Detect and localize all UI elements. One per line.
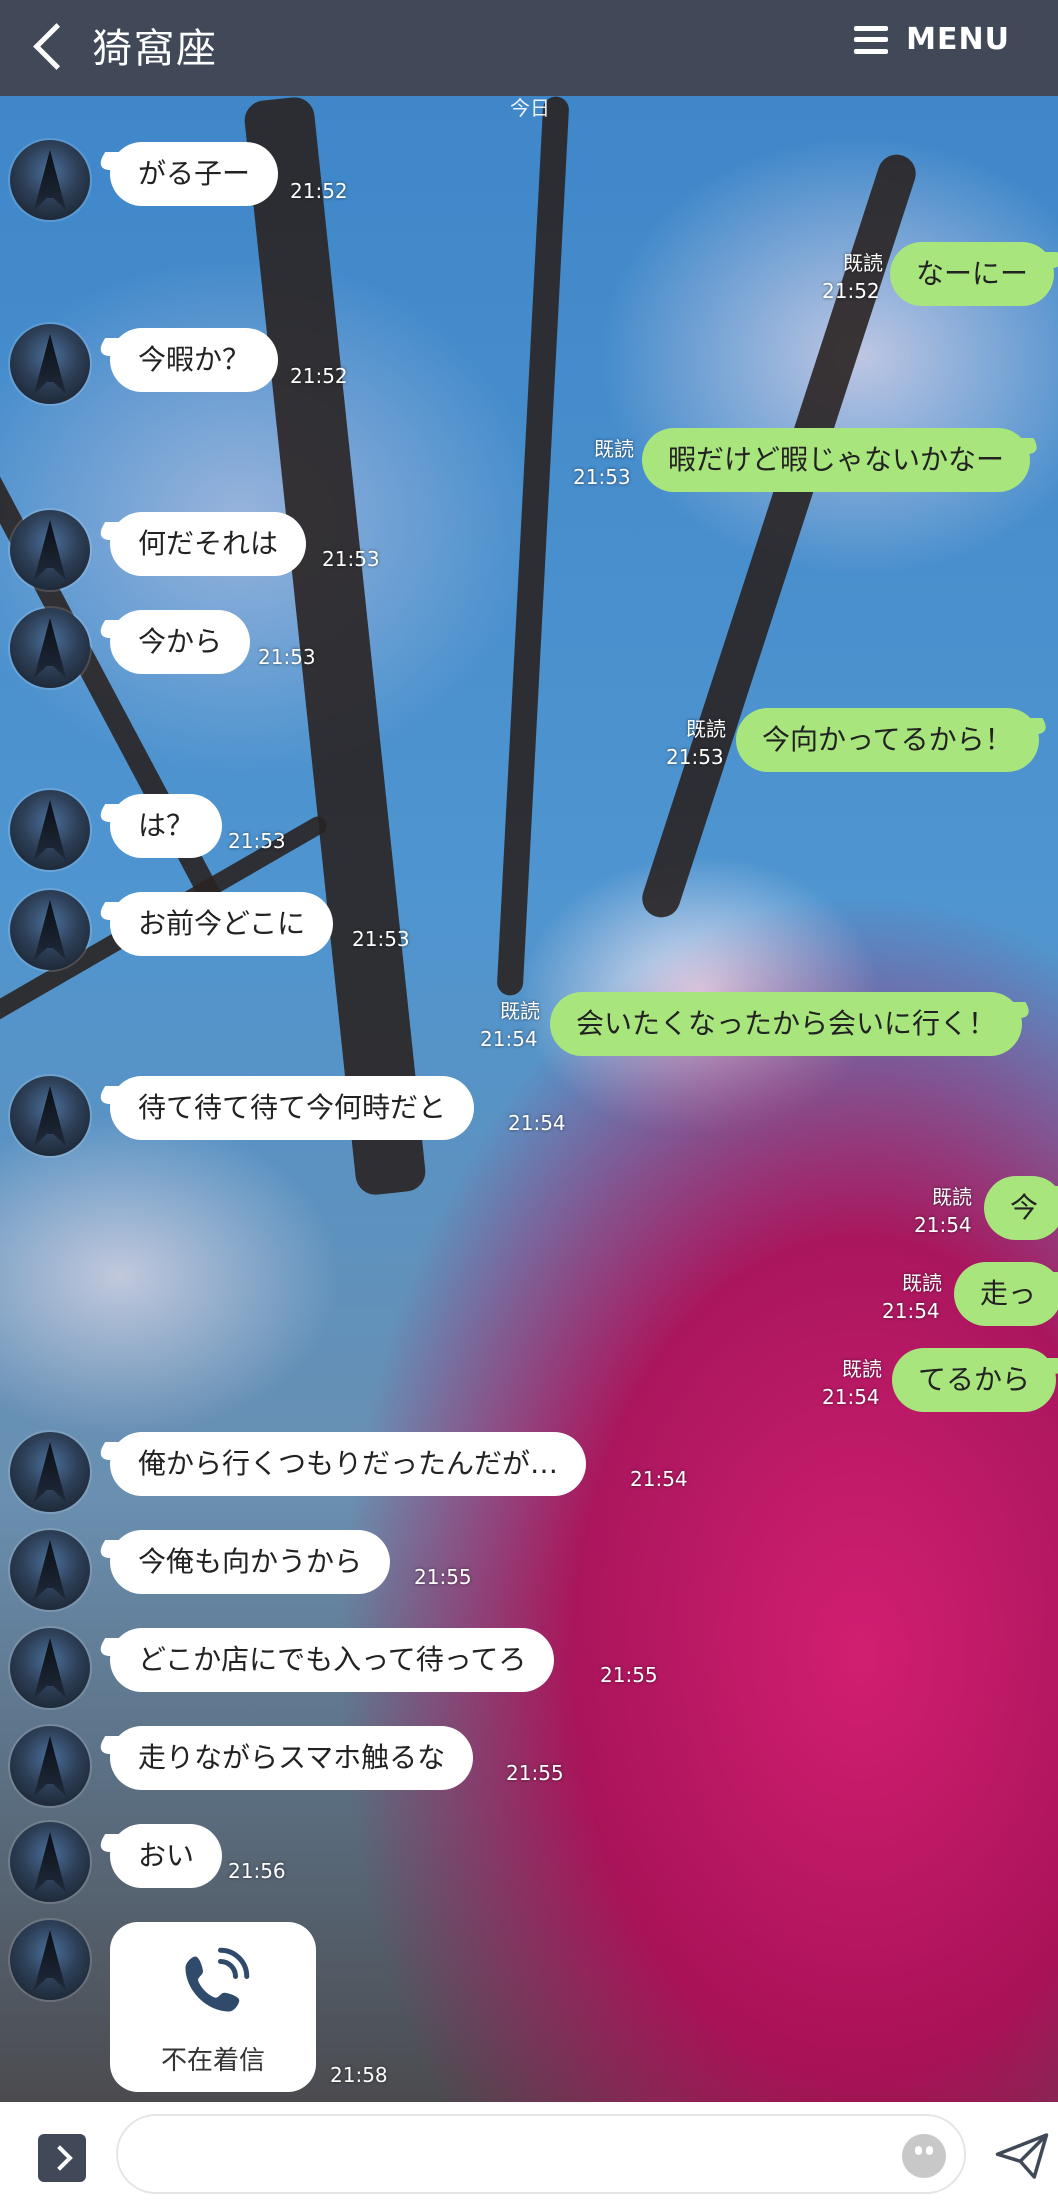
avatar[interactable] [10, 1432, 90, 1512]
menu-label: MENU [906, 22, 1010, 57]
message-bubble[interactable]: 今俺も向かうから [110, 1530, 391, 1594]
avatar[interactable] [10, 790, 90, 870]
message-time: 21:53 [258, 645, 316, 669]
date-label: 今日 [510, 96, 550, 120]
message-time: 21:53 [228, 829, 286, 853]
message-time: 21:52 [290, 179, 348, 203]
avatar[interactable] [10, 608, 90, 688]
message-time: 21:54 [882, 1299, 940, 1323]
avatar[interactable] [10, 1530, 90, 1610]
message-bubble[interactable]: 走っ [954, 1262, 1058, 1326]
back-icon[interactable] [33, 23, 80, 70]
missed-call-card[interactable]: 不在着信 [110, 1922, 316, 2092]
read-status: 既読 [902, 1271, 942, 1295]
message-time: 21:52 [290, 364, 348, 388]
read-status: 既読 [932, 1185, 972, 1209]
message-time: 21:53 [322, 547, 380, 571]
message-time: 21:54 [822, 1385, 880, 1409]
message-time: 21:53 [352, 927, 410, 951]
expand-icon[interactable] [38, 2134, 86, 2182]
message-time: 21:54 [914, 1213, 972, 1237]
menu-icon [854, 25, 889, 54]
message-time: 21:54 [480, 1027, 538, 1051]
message-time: 21:53 [666, 745, 724, 769]
message-bubble[interactable]: 暇だけど暇じゃないかなー [642, 428, 1031, 492]
input-bar [0, 2102, 1058, 2210]
phone-icon [185, 1947, 250, 2012]
avatar[interactable] [10, 1726, 90, 1806]
missed-call-label: 不在着信 [160, 2046, 265, 2076]
avatar[interactable] [10, 1076, 90, 1156]
avatar[interactable] [10, 1822, 90, 1902]
read-status: 既読 [594, 437, 634, 461]
chat-title: 猗窩座 [92, 26, 218, 72]
avatar[interactable] [10, 890, 90, 970]
message-time: 21:55 [600, 1663, 658, 1687]
message-time: 21:56 [228, 1859, 286, 1883]
read-status: 既読 [842, 1357, 882, 1381]
message-time: 21:52 [822, 279, 880, 303]
avatar[interactable] [10, 1920, 90, 2000]
message-bubble[interactable]: 俺から行くつもりだったんだが… [110, 1432, 587, 1496]
message-time: 21:58 [330, 2063, 388, 2087]
message-bubble[interactable]: 今向かってるから！ [736, 708, 1039, 772]
message-bubble[interactable]: 今から [110, 610, 251, 674]
message-bubble[interactable]: なーにー [890, 242, 1055, 306]
message-time: 21:53 [573, 465, 631, 489]
emoji-icon[interactable] [902, 2134, 946, 2178]
message-bubble[interactable]: お前今どこに [110, 892, 334, 956]
message-bubble[interactable]: 待て待て待て今何時だと [110, 1076, 475, 1140]
read-status: 既読 [686, 717, 726, 741]
message-time: 21:54 [630, 1467, 688, 1491]
message-bubble[interactable]: は？ [110, 794, 223, 858]
message-bubble[interactable]: 今 [984, 1176, 1058, 1240]
avatar[interactable] [10, 140, 90, 220]
message-bubble[interactable]: がる子ー [110, 142, 279, 206]
message-time: 21:55 [506, 1761, 564, 1785]
send-icon[interactable] [994, 2128, 1050, 2184]
read-status: 既読 [843, 251, 883, 275]
avatar[interactable] [10, 324, 90, 404]
message-bubble[interactable]: 会いたくなったから会いに行く！ [550, 992, 1023, 1056]
menu-button[interactable]: MENU [854, 22, 1010, 57]
message-bubble[interactable]: 走りながらスマホ触るな [110, 1726, 474, 1790]
read-status: 既読 [500, 999, 540, 1023]
avatar[interactable] [10, 1628, 90, 1708]
app-header: 猗窩座 MENU [0, 0, 1058, 96]
message-bubble[interactable]: 何だそれは [110, 512, 307, 576]
message-time: 21:55 [414, 1565, 472, 1589]
message-bubble[interactable]: おい [110, 1824, 223, 1888]
message-input[interactable] [116, 2114, 966, 2194]
avatar[interactable] [10, 510, 90, 590]
message-time: 21:54 [508, 1111, 566, 1135]
message-bubble[interactable]: どこか店にでも入って待ってろ [110, 1628, 555, 1692]
message-bubble[interactable]: てるから [892, 1348, 1057, 1412]
message-bubble[interactable]: 今暇か？ [110, 328, 279, 392]
